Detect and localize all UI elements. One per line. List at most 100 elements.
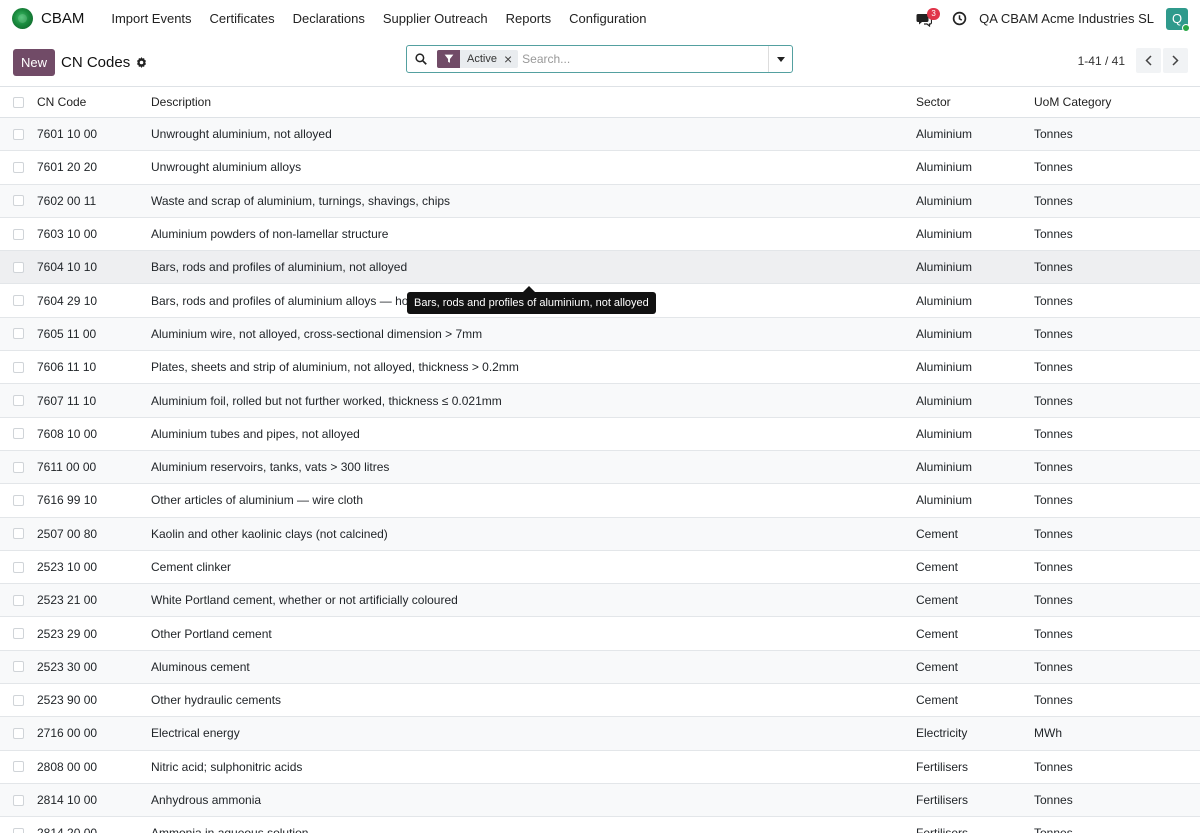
menu-reports[interactable]: Reports xyxy=(497,11,561,26)
facet-close-icon[interactable]: × xyxy=(504,50,518,68)
select-all-checkbox[interactable] xyxy=(13,96,24,108)
cell-sector: Aluminium xyxy=(916,326,973,341)
header-uom-category[interactable]: UoM Category xyxy=(1034,95,1184,109)
header-sector[interactable]: Sector xyxy=(916,95,1034,109)
row-checkbox[interactable] xyxy=(13,827,24,833)
cell-description: Other articles of aluminium — wire cloth xyxy=(151,493,364,508)
table-row[interactable]: 7611 00 00 Aluminium reservoirs, tanks, v… xyxy=(0,450,1200,485)
company-switcher[interactable]: QA CBAM Acme Industries SL xyxy=(979,11,1154,26)
table-row[interactable]: 2507 00 80 Kaolin and other kaolinic clay… xyxy=(0,517,1200,551)
cell-sector: Aluminium xyxy=(916,227,973,242)
row-checkbox[interactable] xyxy=(13,261,24,273)
row-checkbox[interactable] xyxy=(13,428,24,440)
row-checkbox[interactable] xyxy=(13,461,24,473)
row-checkbox[interactable] xyxy=(13,661,24,673)
table-row[interactable]: 7605 11 00 Aluminium wire, not alloyed, c… xyxy=(0,317,1200,352)
row-checkbox[interactable] xyxy=(13,161,24,173)
table-row[interactable]: 2523 90 00 Other hydraulic cements Cement T… xyxy=(0,684,1200,718)
cell-description: White Portland cement, whether or not ar… xyxy=(151,593,458,608)
header-description[interactable]: Description xyxy=(151,95,916,109)
search-icon[interactable] xyxy=(415,53,427,65)
search-input[interactable] xyxy=(522,52,768,66)
cell-uom-category: Tonnes xyxy=(1034,293,1073,308)
row-checkbox[interactable] xyxy=(13,295,24,307)
row-checkbox[interactable] xyxy=(13,328,24,340)
table-row[interactable]: 2523 29 00 Other Portland cement Cement Ton… xyxy=(0,617,1200,651)
table-row[interactable]: 7607 11 10 Aluminium foil, rolled but not… xyxy=(0,384,1200,418)
row-checkbox[interactable] xyxy=(13,794,24,806)
filter-icon xyxy=(437,50,460,68)
gear-icon[interactable] xyxy=(136,56,147,68)
user-avatar[interactable]: Q xyxy=(1166,7,1190,32)
cell-uom-category: Tonnes xyxy=(1034,360,1073,375)
cell-cn-code: 2716 00 00 xyxy=(37,726,98,741)
table-row[interactable]: 2814 20 00Ammonia in aqueous solutionFer… xyxy=(0,817,1200,833)
table-row[interactable]: 7602 00 11 Waste and scrap of aluminium, … xyxy=(0,184,1200,218)
menu-supplier-outreach[interactable]: Supplier Outreach xyxy=(374,11,497,26)
cell-cn-code: 2507 00 80 xyxy=(37,526,98,541)
cell-sector: Cement xyxy=(916,626,959,641)
menu-declarations[interactable]: Declarations xyxy=(284,11,374,26)
clock-icon[interactable] xyxy=(952,11,967,26)
cell-cn-code: 2808 00 00 xyxy=(37,759,98,774)
table-row[interactable]: 2814 10 00 Anhydrous ammonia Fertilisers To… xyxy=(0,783,1200,818)
row-checkbox[interactable] xyxy=(13,561,24,573)
row-select-cell xyxy=(0,161,37,173)
cell-uom-category: Tonnes xyxy=(1034,127,1073,142)
menu-certificates[interactable]: Certificates xyxy=(201,11,284,26)
messages-button[interactable]: 3 xyxy=(916,7,941,29)
table-row[interactable]: 2523 21 00 White Portland cement, whether… xyxy=(0,584,1200,618)
cell-cn-code: 2523 21 00 xyxy=(37,593,98,608)
row-checkbox[interactable] xyxy=(13,727,24,739)
cell-description: Nitric acid; sulphonitric acids xyxy=(151,759,303,774)
app-name[interactable]: CBAM xyxy=(41,10,84,27)
table-row[interactable]: 2808 00 00 Nitric acid; sulphonitric acid… xyxy=(0,751,1200,784)
cell-cn-code: 2814 20 00 xyxy=(37,826,151,833)
row-checkbox[interactable] xyxy=(13,528,24,540)
row-checkbox[interactable] xyxy=(13,494,24,506)
cell-description: Aluminium tubes and pipes, not alloyed xyxy=(151,426,360,441)
cell-sector: Fertilisers xyxy=(916,793,969,808)
pager-next-button[interactable] xyxy=(1163,48,1188,73)
row-checkbox[interactable] xyxy=(13,628,24,640)
cell-uom-category: Tonnes xyxy=(1034,460,1073,475)
table-row[interactable]: 7601 10 00 Unwrought aluminium, not alloy… xyxy=(0,118,1200,152)
control-panel: New CN Codes Active × 1-41 / 41 xyxy=(0,38,1200,86)
select-all-cell xyxy=(0,96,37,108)
table-row[interactable]: 2523 30 00 Aluminous cement Cement Tonnes xyxy=(0,650,1200,685)
pager-value[interactable]: 1-41 / 41 xyxy=(1078,54,1125,68)
table-row[interactable]: 2716 00 00 Electrical energy Electricity MW… xyxy=(0,717,1200,751)
pager-previous-button[interactable] xyxy=(1136,48,1161,73)
row-checkbox[interactable] xyxy=(13,761,24,773)
table-row[interactable]: 7604 10 10 Bars, rods and profiles of alu… xyxy=(0,251,1200,285)
table-row[interactable]: 7601 20 20 Unwrought aluminium alloys Alum… xyxy=(0,151,1200,185)
search-facet-active: Active × xyxy=(437,50,519,68)
row-checkbox[interactable] xyxy=(13,694,24,706)
online-status-icon xyxy=(1182,23,1190,32)
facet-label: Active xyxy=(467,53,497,65)
row-checkbox[interactable] xyxy=(13,361,24,373)
table-row[interactable]: 7616 99 10 Other articles of aluminium — … xyxy=(0,484,1200,518)
cell-uom-category: Tonnes xyxy=(1034,426,1073,441)
menu-configuration[interactable]: Configuration xyxy=(560,11,655,26)
row-checkbox[interactable] xyxy=(13,594,24,606)
row-checkbox[interactable] xyxy=(13,228,24,240)
app-logo-icon[interactable] xyxy=(12,8,33,29)
row-checkbox[interactable] xyxy=(13,128,24,140)
top-navbar: CBAM Import Events Certificates Declarat… xyxy=(0,0,1200,38)
cell-description: Plates, sheets and strip of aluminium, n… xyxy=(151,360,519,375)
table-row[interactable]: 7608 10 00 Aluminium tubes and pipes, not… xyxy=(0,418,1200,451)
table-row[interactable]: 2523 10 00 Cement clinker Cement Tonnes xyxy=(0,551,1200,585)
cn-codes-list: CN Code Description Sector UoM Category … xyxy=(0,86,1200,833)
row-checkbox[interactable] xyxy=(13,195,24,207)
row-select-cell xyxy=(0,295,37,307)
header-cn-code[interactable]: CN Code xyxy=(37,95,151,109)
search-options-toggle[interactable] xyxy=(768,46,792,72)
table-row[interactable]: 7606 11 10 Plates, sheets and strip of al… xyxy=(0,351,1200,385)
cell-description: Aluminium reservoirs, tanks, vats > 300 … xyxy=(151,460,390,475)
row-checkbox[interactable] xyxy=(13,395,24,407)
cell-description: Unwrought aluminium, not alloyed xyxy=(151,127,332,142)
new-button[interactable]: New xyxy=(13,48,56,76)
menu-import-events[interactable]: Import Events xyxy=(102,11,200,26)
table-row[interactable]: 7603 10 00 Aluminium powders of non-lamel… xyxy=(0,218,1200,252)
